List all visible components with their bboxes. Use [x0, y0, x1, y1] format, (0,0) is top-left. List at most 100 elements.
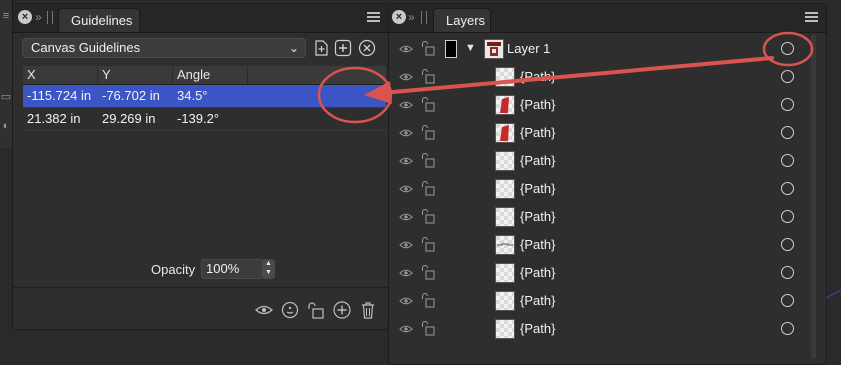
- visibility-toggle-circle[interactable]: [781, 322, 794, 335]
- eye-icon[interactable]: [399, 323, 413, 335]
- lock-icon[interactable]: [420, 291, 436, 309]
- column-header-y[interactable]: Y: [98, 66, 173, 84]
- layer-row[interactable]: {Path}: [389, 259, 808, 287]
- table-header: X Y Angle: [23, 66, 386, 85]
- lock-icon[interactable]: [420, 95, 436, 113]
- tab-guidelines[interactable]: Guidelines: [58, 8, 140, 32]
- red-shape-thumbnail-icon: [500, 97, 509, 113]
- menu-icon[interactable]: ≡: [0, 10, 12, 22]
- eye-icon[interactable]: [399, 295, 413, 307]
- expand-triangle-icon[interactable]: ▼: [465, 42, 476, 54]
- column-header-x[interactable]: X: [23, 66, 98, 84]
- lock-icon[interactable]: [420, 207, 436, 225]
- opacity-label: Opacity: [151, 262, 196, 277]
- opacity-stepper[interactable]: ▲ ▼: [262, 259, 275, 279]
- eye-icon[interactable]: [399, 239, 413, 251]
- opacity-input[interactable]: 100%: [201, 259, 263, 279]
- add-guide-icon[interactable]: [334, 39, 352, 57]
- visibility-toggle-circle[interactable]: [781, 70, 794, 83]
- drag-handle-icon[interactable]: [47, 11, 53, 24]
- visibility-toggle-circle[interactable]: [781, 42, 794, 55]
- visibility-toggle-circle[interactable]: [781, 210, 794, 223]
- collapse-icon[interactable]: »: [408, 10, 415, 24]
- visibility-toggle-circle[interactable]: [781, 154, 794, 167]
- layer-row[interactable]: {Path}: [389, 315, 808, 343]
- remove-guide-icon[interactable]: [358, 39, 376, 57]
- layer-name: {Path}: [520, 265, 556, 280]
- layer-name: {Path}: [520, 153, 556, 168]
- visibility-toggle-circle[interactable]: [781, 98, 794, 111]
- trash-icon[interactable]: [358, 300, 378, 320]
- eye-icon[interactable]: [399, 183, 413, 195]
- layer-row[interactable]: {Path}: [389, 119, 808, 147]
- eye-icon[interactable]: [399, 99, 413, 111]
- layer-color-swatch[interactable]: [445, 40, 457, 58]
- cell-y: -76.702 in: [102, 88, 160, 103]
- lock-icon[interactable]: [420, 319, 436, 337]
- layer-thumbnail: [495, 263, 515, 283]
- eye-icon[interactable]: [254, 300, 274, 320]
- column-header-angle[interactable]: Angle: [173, 66, 248, 84]
- collapse-icon[interactable]: »: [35, 10, 42, 24]
- partial-circle-icon: ◐: [2, 120, 10, 132]
- lock-icon[interactable]: [420, 151, 436, 169]
- visibility-toggle-circle[interactable]: [781, 126, 794, 139]
- cell-x: 21.382 in: [27, 111, 81, 126]
- table-row[interactable]: -115.724 in -76.702 in 34.5°: [23, 85, 386, 108]
- eye-icon[interactable]: [399, 267, 413, 279]
- canvas-guide-line: [825, 289, 841, 299]
- guidelines-panel: × » Guidelines Canvas Guidelines ⌄ X Y A…: [12, 3, 389, 330]
- drag-handle-icon[interactable]: [421, 11, 427, 24]
- guidelines-tab-bar: × » Guidelines: [13, 4, 388, 33]
- layer-thumbnail: [495, 67, 515, 87]
- add-icon[interactable]: [332, 300, 352, 320]
- guideline-set-dropdown[interactable]: Canvas Guidelines ⌄: [22, 38, 306, 58]
- layer-name: {Path}: [520, 237, 556, 252]
- layer-thumbnail: [495, 319, 515, 339]
- layer-row[interactable]: {Path}: [389, 203, 808, 231]
- panel-menu-icon[interactable]: [805, 12, 818, 23]
- visibility-toggle-circle[interactable]: [781, 238, 794, 251]
- eye-icon[interactable]: [399, 211, 413, 223]
- layer-row[interactable]: {Path}: [389, 175, 808, 203]
- layer-name: {Path}: [520, 181, 556, 196]
- new-document-icon[interactable]: [312, 39, 330, 57]
- layer-thumbnail: [495, 207, 515, 227]
- table-row[interactable]: 21.382 in 29.269 in -139.2°: [23, 108, 386, 131]
- layer-row[interactable]: {Path}: [389, 63, 808, 91]
- eye-icon[interactable]: [399, 43, 413, 55]
- layer-name: {Path}: [520, 209, 556, 224]
- layer-name: {Path}: [520, 125, 556, 140]
- layer-name: {Path}: [520, 293, 556, 308]
- visibility-toggle-circle[interactable]: [781, 182, 794, 195]
- layer-row[interactable]: {Path}: [389, 91, 808, 119]
- layer-thumbnail: [495, 151, 515, 171]
- visibility-toggle-circle[interactable]: [781, 294, 794, 307]
- layer-row[interactable]: {Path}: [389, 147, 808, 175]
- close-icon[interactable]: ×: [18, 10, 32, 24]
- smile-icon[interactable]: [280, 300, 300, 320]
- layer-row[interactable]: {Path}: [389, 287, 808, 315]
- eye-icon[interactable]: [399, 71, 413, 83]
- lock-icon[interactable]: [420, 123, 436, 141]
- layer-row[interactable]: {Path}: [389, 231, 808, 259]
- red-shape-thumbnail-icon: [500, 125, 509, 141]
- lock-icon[interactable]: [420, 235, 436, 253]
- lock-icon[interactable]: [420, 67, 436, 85]
- layer-thumbnail: [495, 291, 515, 311]
- lock-icon[interactable]: [420, 39, 436, 57]
- layer-thumbnail: [495, 95, 515, 115]
- layer-row-parent[interactable]: ▼ Layer 1: [389, 35, 808, 63]
- eye-icon[interactable]: [399, 127, 413, 139]
- tab-layers[interactable]: Layers: [433, 8, 491, 32]
- eye-icon[interactable]: [399, 155, 413, 167]
- scrollbar[interactable]: [811, 34, 816, 359]
- close-icon[interactable]: ×: [392, 10, 406, 24]
- lock-icon[interactable]: [420, 263, 436, 281]
- lock-icon[interactable]: [420, 179, 436, 197]
- lock-icon[interactable]: [306, 300, 326, 320]
- chevron-down-icon: ⌄: [288, 41, 299, 55]
- panel-menu-icon[interactable]: [367, 12, 380, 23]
- visibility-toggle-circle[interactable]: [781, 266, 794, 279]
- layer-name: {Path}: [520, 321, 556, 336]
